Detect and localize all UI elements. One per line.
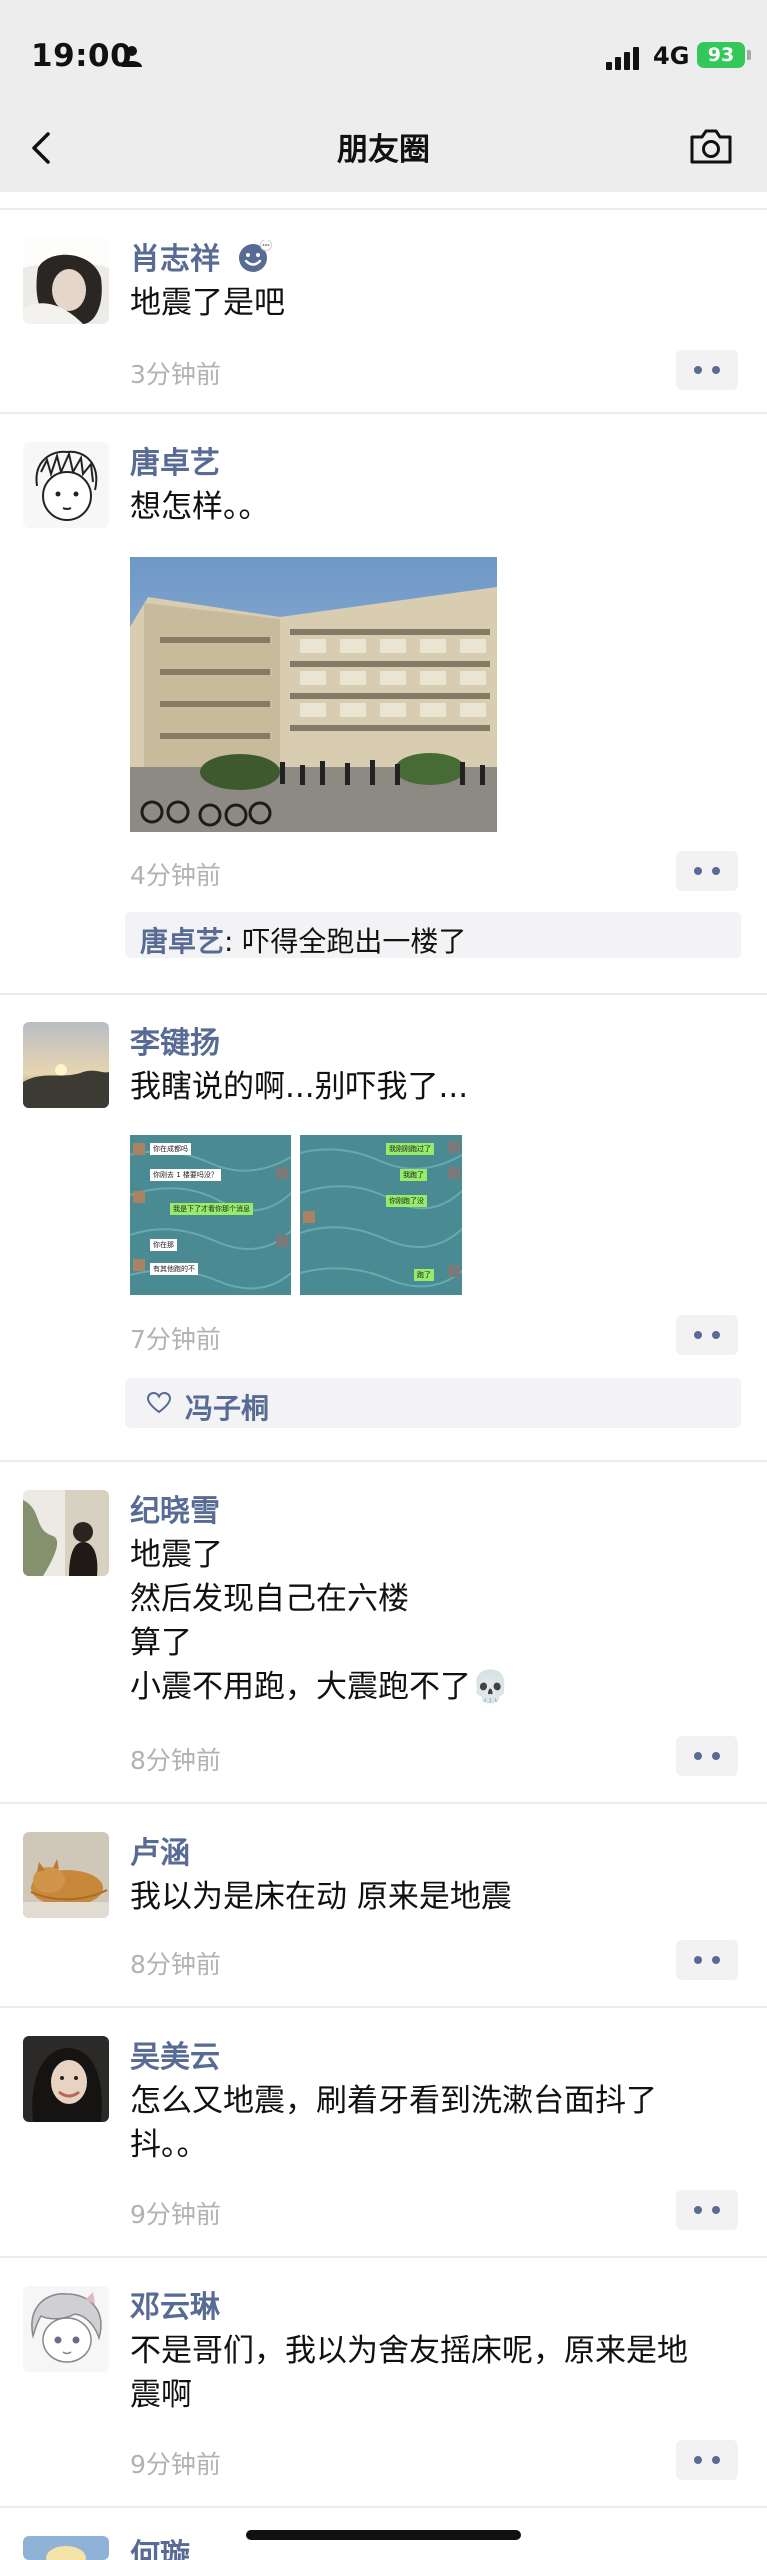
author-name[interactable]: 何璇 xyxy=(130,2530,190,2560)
divider xyxy=(0,2256,767,2258)
more-actions-button[interactable] xyxy=(676,350,738,390)
comment-text: : 吓得全跑出一楼了 xyxy=(224,925,467,958)
post-text-line: 小震不用跑，大震跑不了💀 xyxy=(130,1669,510,1705)
post-time: 4分钟前 xyxy=(130,861,221,890)
chat-bubble: 跑了 xyxy=(414,1269,434,1281)
post-text-line: 不是哥们，我以为舍友摇床呢，原来是地 xyxy=(130,2333,688,2369)
post-text-line: 然后发现自己在六楼 xyxy=(130,1581,409,1617)
post-text: 想怎样。。 xyxy=(130,489,270,525)
chat-bubble: 我跑了 xyxy=(400,1169,427,1181)
likes-bar[interactable]: 冯子桐 xyxy=(125,1378,741,1428)
avatar[interactable] xyxy=(23,2036,109,2122)
avatar[interactable] xyxy=(23,238,109,324)
battery-level: 93 xyxy=(707,44,735,66)
more-actions-button[interactable] xyxy=(676,1940,738,1980)
chat-bubble: 我是下了才看你那个消息 xyxy=(170,1203,253,1215)
author-name[interactable]: 肖志祥 xyxy=(130,234,220,278)
post-text: 怎么又地震，刷着牙看到洗漱台面抖了 抖。。 xyxy=(130,2079,740,2167)
avatar[interactable] xyxy=(23,1490,109,1576)
more-actions-button[interactable] xyxy=(676,2190,738,2230)
chat-bubble: 有其他跑的不 xyxy=(150,1263,198,1275)
post-text-line: 抖。。 xyxy=(130,2127,208,2163)
post-time: 3分钟前 xyxy=(130,360,221,389)
top-bar: 19:00 4G 93 朋友圈 xyxy=(0,0,767,192)
avatar[interactable] xyxy=(23,442,109,528)
avatar[interactable] xyxy=(23,2536,109,2560)
home-indicator[interactable] xyxy=(246,2530,521,2540)
post-time: 9分钟前 xyxy=(130,2200,221,2229)
chat-bubble: 你在那 xyxy=(150,1239,177,1251)
liker-name[interactable]: 冯子桐 xyxy=(185,1387,269,1427)
post-time: 8分钟前 xyxy=(130,1950,221,1979)
divider xyxy=(0,993,767,995)
comment-author[interactable]: 唐卓艺 xyxy=(140,925,224,958)
camera-icon[interactable] xyxy=(688,126,734,166)
post-text: 我瞎说的啊...别吓我了... xyxy=(130,1069,469,1105)
divider xyxy=(0,208,767,210)
person-icon xyxy=(122,46,142,67)
more-actions-button[interactable] xyxy=(676,851,738,891)
more-actions-button[interactable] xyxy=(676,1736,738,1776)
divider xyxy=(0,2506,767,2508)
post-time: 8分钟前 xyxy=(130,1746,221,1775)
author-name[interactable]: 卢涵 xyxy=(130,1828,190,1872)
signal-icon xyxy=(606,47,639,70)
post-image-chat-screenshot[interactable]: 你在成都吗 你刚去 1 楼要吗没？ 我是下了才看你那个消息 你在那 有其他跑的不 xyxy=(130,1135,291,1295)
post-time: 9分钟前 xyxy=(130,2450,221,2479)
post-time: 7分钟前 xyxy=(130,1325,221,1354)
post-image[interactable] xyxy=(130,557,497,832)
status-time: 19:00 xyxy=(31,38,133,74)
battery-tip xyxy=(747,50,751,60)
post-image-chat-screenshot[interactable]: 我刚刚跑过了 我跑了 你刚跑了没 跑了 xyxy=(300,1135,462,1295)
divider xyxy=(0,1460,767,1462)
avatar[interactable] xyxy=(23,2286,109,2372)
heart-icon xyxy=(147,1392,171,1414)
author-name[interactable]: 邓云琳 xyxy=(130,2282,220,2326)
status-bar: 19:00 4G 93 xyxy=(0,0,767,110)
chat-bubble: 你刚去 1 楼要吗没？ xyxy=(150,1169,221,1181)
comment[interactable]: 唐卓艺: 吓得全跑出一楼了 xyxy=(125,912,741,958)
chat-bubble: 你刚跑了没 xyxy=(386,1195,427,1207)
post-text-line: 算了 xyxy=(130,1625,192,1661)
more-actions-button[interactable] xyxy=(676,2440,738,2480)
post-text: 我以为是床在动 原来是地震 xyxy=(130,1879,512,1915)
author-name[interactable]: 纪晓雪 xyxy=(130,1486,220,1530)
divider xyxy=(0,412,767,414)
chat-bubble: 你在成都吗 xyxy=(150,1143,191,1155)
post-text: 地震了是吧 xyxy=(130,285,285,321)
post-text-line: 震啊 xyxy=(130,2377,192,2413)
post-text-line: 地震了 xyxy=(130,1537,223,1573)
author-name[interactable]: 唐卓艺 xyxy=(130,438,220,482)
network-type: 4G xyxy=(653,42,690,70)
chat-bubble: 我刚刚跑过了 xyxy=(386,1143,434,1155)
battery-indicator: 93 xyxy=(697,42,745,68)
divider xyxy=(0,1802,767,1804)
author-name[interactable]: 吴美云 xyxy=(130,2032,220,2076)
avatar[interactable] xyxy=(23,1832,109,1918)
post-text: 不是哥们，我以为舍友摇床呢，原来是地 震啊 xyxy=(130,2329,740,2417)
post-text: 地震了 然后发现自己在六楼 算了 小震不用跑，大震跑不了💀 xyxy=(130,1533,740,1709)
divider xyxy=(0,2006,767,2008)
page-title: 朋友圈 xyxy=(337,132,430,168)
status-emoji-icon[interactable] xyxy=(238,240,272,274)
avatar[interactable] xyxy=(23,1022,109,1108)
post-text-line: 怎么又地震，刷着牙看到洗漱台面抖了 xyxy=(130,2083,657,2119)
more-actions-button[interactable] xyxy=(676,1315,738,1355)
author-name[interactable]: 李键扬 xyxy=(130,1018,220,1062)
